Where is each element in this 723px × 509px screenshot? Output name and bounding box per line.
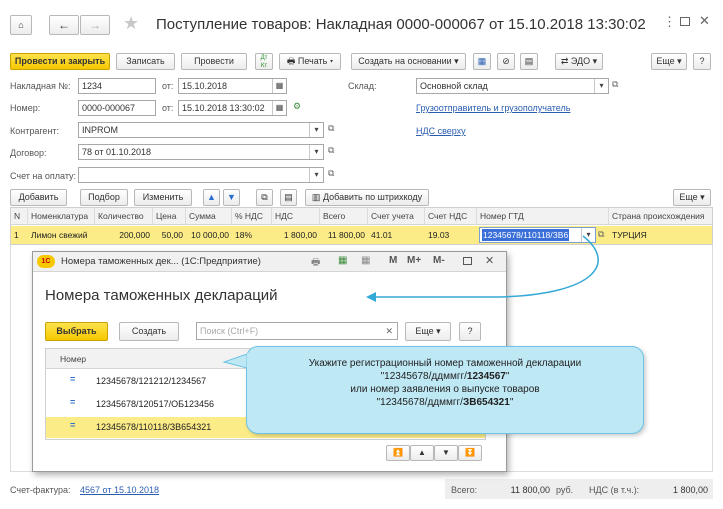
callout-line2-bold: 1234567 — [466, 371, 506, 382]
hint-callout: Укажите регистрационный номер таможенной… — [246, 346, 644, 434]
callout-line2: "12345678/ддммгг/1234567" — [247, 370, 643, 383]
callout-line4-pre: "12345678/ддммгг/ — [376, 397, 463, 408]
callout-line4-post: " — [509, 397, 514, 408]
callout-line1: Укажите регистрационный номер таможенной… — [308, 358, 582, 369]
callout-line4-bold: ЗВ654321 — [462, 397, 510, 408]
callout-line3: или номер заявления о выпуске товаров — [350, 384, 540, 395]
callout-line2-pre: "12345678/ддммгг/ — [380, 371, 467, 382]
callout-tail — [222, 353, 251, 369]
callout-line4: "12345678/ддммгг/ЗВ654321" — [247, 396, 643, 409]
callout-line2-post: " — [505, 371, 510, 382]
